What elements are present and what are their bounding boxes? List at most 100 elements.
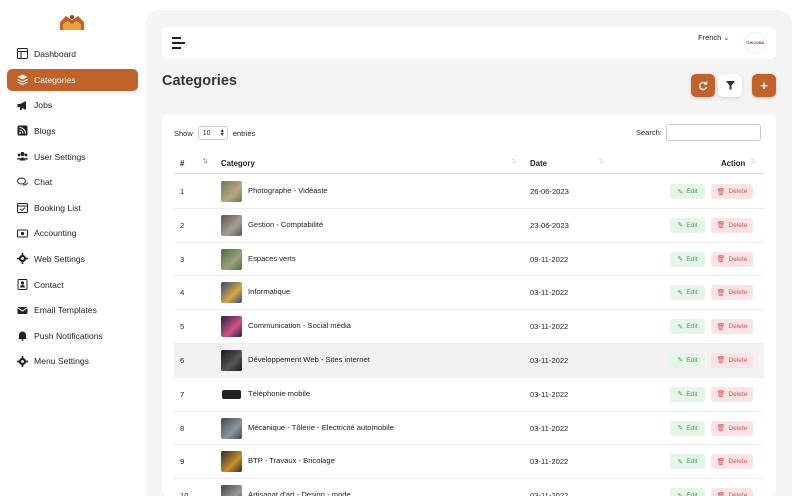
sidebar-item-label: User Settings [34,152,86,162]
delete-label: Delete [728,222,747,229]
sidebar-item-user-settings[interactable]: User Settings [0,144,146,170]
sidebar-item-push-notifications[interactable]: Push Notifications [0,323,146,349]
category-thumbnail [221,215,242,236]
edit-button[interactable]: ✎Edit [670,421,705,436]
table-row: 3Espaces verts09-11-2022✎Edit🗑Delete [174,243,764,277]
category-name: Informatique [248,287,290,296]
delete-button[interactable]: 🗑Delete [711,421,753,436]
edit-button[interactable]: ✎Edit [670,454,705,469]
edit-icon: ✎ [677,424,683,432]
sidebar-item-booking-list[interactable]: Booking List [0,195,146,221]
row-number: 3 [180,255,184,264]
edit-button[interactable]: ✎Edit [670,252,705,267]
refresh-button[interactable] [691,74,715,97]
sidebar-item-accounting[interactable]: Accounting [0,221,146,247]
trash-icon: 🗑 [717,188,726,196]
column-header-action[interactable]: Action [721,159,745,168]
users-icon [17,151,28,162]
edit-label: Edit [686,458,697,465]
sidebar-item-contact[interactable]: Contact [0,272,146,298]
sort-icon[interactable]: ↑↓ [202,156,206,165]
edit-button[interactable]: ✎Edit [670,353,705,368]
language-select[interactable]: French ⌄ [698,33,729,42]
table-header: # ↑↓ Category ↑↓ Date ↑↓ Action ↑↓ [174,150,764,174]
table-body: 1Photographe - Vidéaste26-06-2023✎Edit🗑D… [174,175,764,496]
delete-label: Delete [728,458,747,465]
row-number: 4 [180,288,184,297]
edit-icon: ✎ [677,323,683,331]
search-control: Search: [636,124,761,141]
edit-button[interactable]: ✎Edit [670,184,705,199]
sidebar-item-jobs[interactable]: Jobs [0,93,146,119]
sidebar-item-web-settings[interactable]: Web Settings [0,246,146,272]
delete-label: Delete [728,256,747,263]
category-date: 03-11-2022 [530,356,568,365]
entries-select[interactable]: 10 ▴▾ [198,126,228,140]
category-name: Téléphonie mobile [248,389,310,398]
category-thumbnail [221,181,242,202]
money-icon [17,228,28,239]
delete-button[interactable]: 🗑Delete [711,319,753,334]
sidebar-item-dashboard[interactable]: Dashboard [0,41,146,67]
entries-value: 10 [203,130,211,137]
delete-button[interactable]: 🗑Delete [711,387,753,402]
column-header-num[interactable]: # [180,159,184,168]
page-title: Categories [162,73,237,89]
sidebar-item-categories[interactable]: Categories [7,69,138,91]
sort-icon[interactable]: ↑↓ [511,156,515,165]
categories-table-card: Show 10 ▴▾ entries Search: # ↑↓ Category… [162,114,776,496]
sort-icon[interactable]: ↑↓ [598,156,602,165]
sort-icon[interactable]: ↑↓ [750,156,754,165]
sidebar-item-chat[interactable]: Chat [0,169,146,195]
delete-label: Delete [728,391,747,398]
avatar[interactable]: TUKOOMA [744,32,766,54]
edit-button[interactable]: ✎Edit [670,218,705,233]
edit-button[interactable]: ✎Edit [670,488,705,496]
calendar-check-icon [17,202,28,213]
menu-toggle-icon[interactable] [172,36,185,48]
sidebar-item-menu-settings[interactable]: Menu Settings [0,349,146,375]
delete-button[interactable]: 🗑Delete [711,184,753,199]
delete-label: Delete [728,289,747,296]
category-name: Gestion - Comptabilité [248,220,323,229]
chevron-down-icon: ⌄ [723,34,729,42]
logo[interactable] [58,12,86,32]
delete-label: Delete [728,357,747,364]
edit-icon: ✎ [677,390,683,398]
table-row: 4 Informatique 03-11-2022 ✎Edit 🗑Delete [174,276,764,310]
filter-button[interactable] [718,74,742,97]
entries-control: Show 10 ▴▾ entries [174,126,255,140]
category-date: 03-11-2022 [530,288,568,297]
delete-button[interactable]: 🗑Delete [711,454,753,469]
trash-icon: 🗑 [717,356,726,364]
column-header-category[interactable]: Category [221,159,255,168]
delete-label: Delete [728,425,747,432]
language-label: French [698,33,721,42]
edit-button[interactable]: ✎Edit [670,387,705,402]
delete-button[interactable]: 🗑Delete [711,353,753,368]
sidebar-nav: DashboardCategoriesJobsBlogs User Setting… [0,41,146,374]
delete-label: Delete [728,492,747,496]
row-number: 10 [180,491,188,496]
edit-label: Edit [686,289,697,296]
edit-label: Edit [686,256,697,263]
row-number: 2 [180,221,184,230]
column-header-date[interactable]: Date [530,159,547,168]
sidebar-item-email-templates[interactable]: Email Templates [0,297,146,323]
sidebar: DashboardCategoriesJobsBlogs User Setting… [0,0,146,496]
category-date: 09-11-2022 [530,255,568,264]
table-row: 9BTP - Travaux - Bricolage03-11-2022✎Edi… [174,445,764,479]
sidebar-item-label: Contact [34,280,64,290]
sidebar-item-blogs[interactable]: Blogs [0,118,146,144]
search-input[interactable] [666,124,761,141]
trash-icon: 🗑 [717,492,726,496]
refresh-icon [698,81,708,91]
edit-button[interactable]: ✎Edit [670,319,705,334]
edit-button[interactable]: ✎Edit [670,285,705,300]
delete-button[interactable]: 🗑Delete [711,488,753,496]
delete-button[interactable]: 🗑Delete [711,285,753,300]
delete-button[interactable]: 🗑Delete [711,252,753,267]
add-category-button[interactable]: + [752,74,776,97]
delete-button[interactable]: 🗑Delete [711,218,753,233]
category-name: BTP - Travaux - Bricolage [248,456,335,465]
